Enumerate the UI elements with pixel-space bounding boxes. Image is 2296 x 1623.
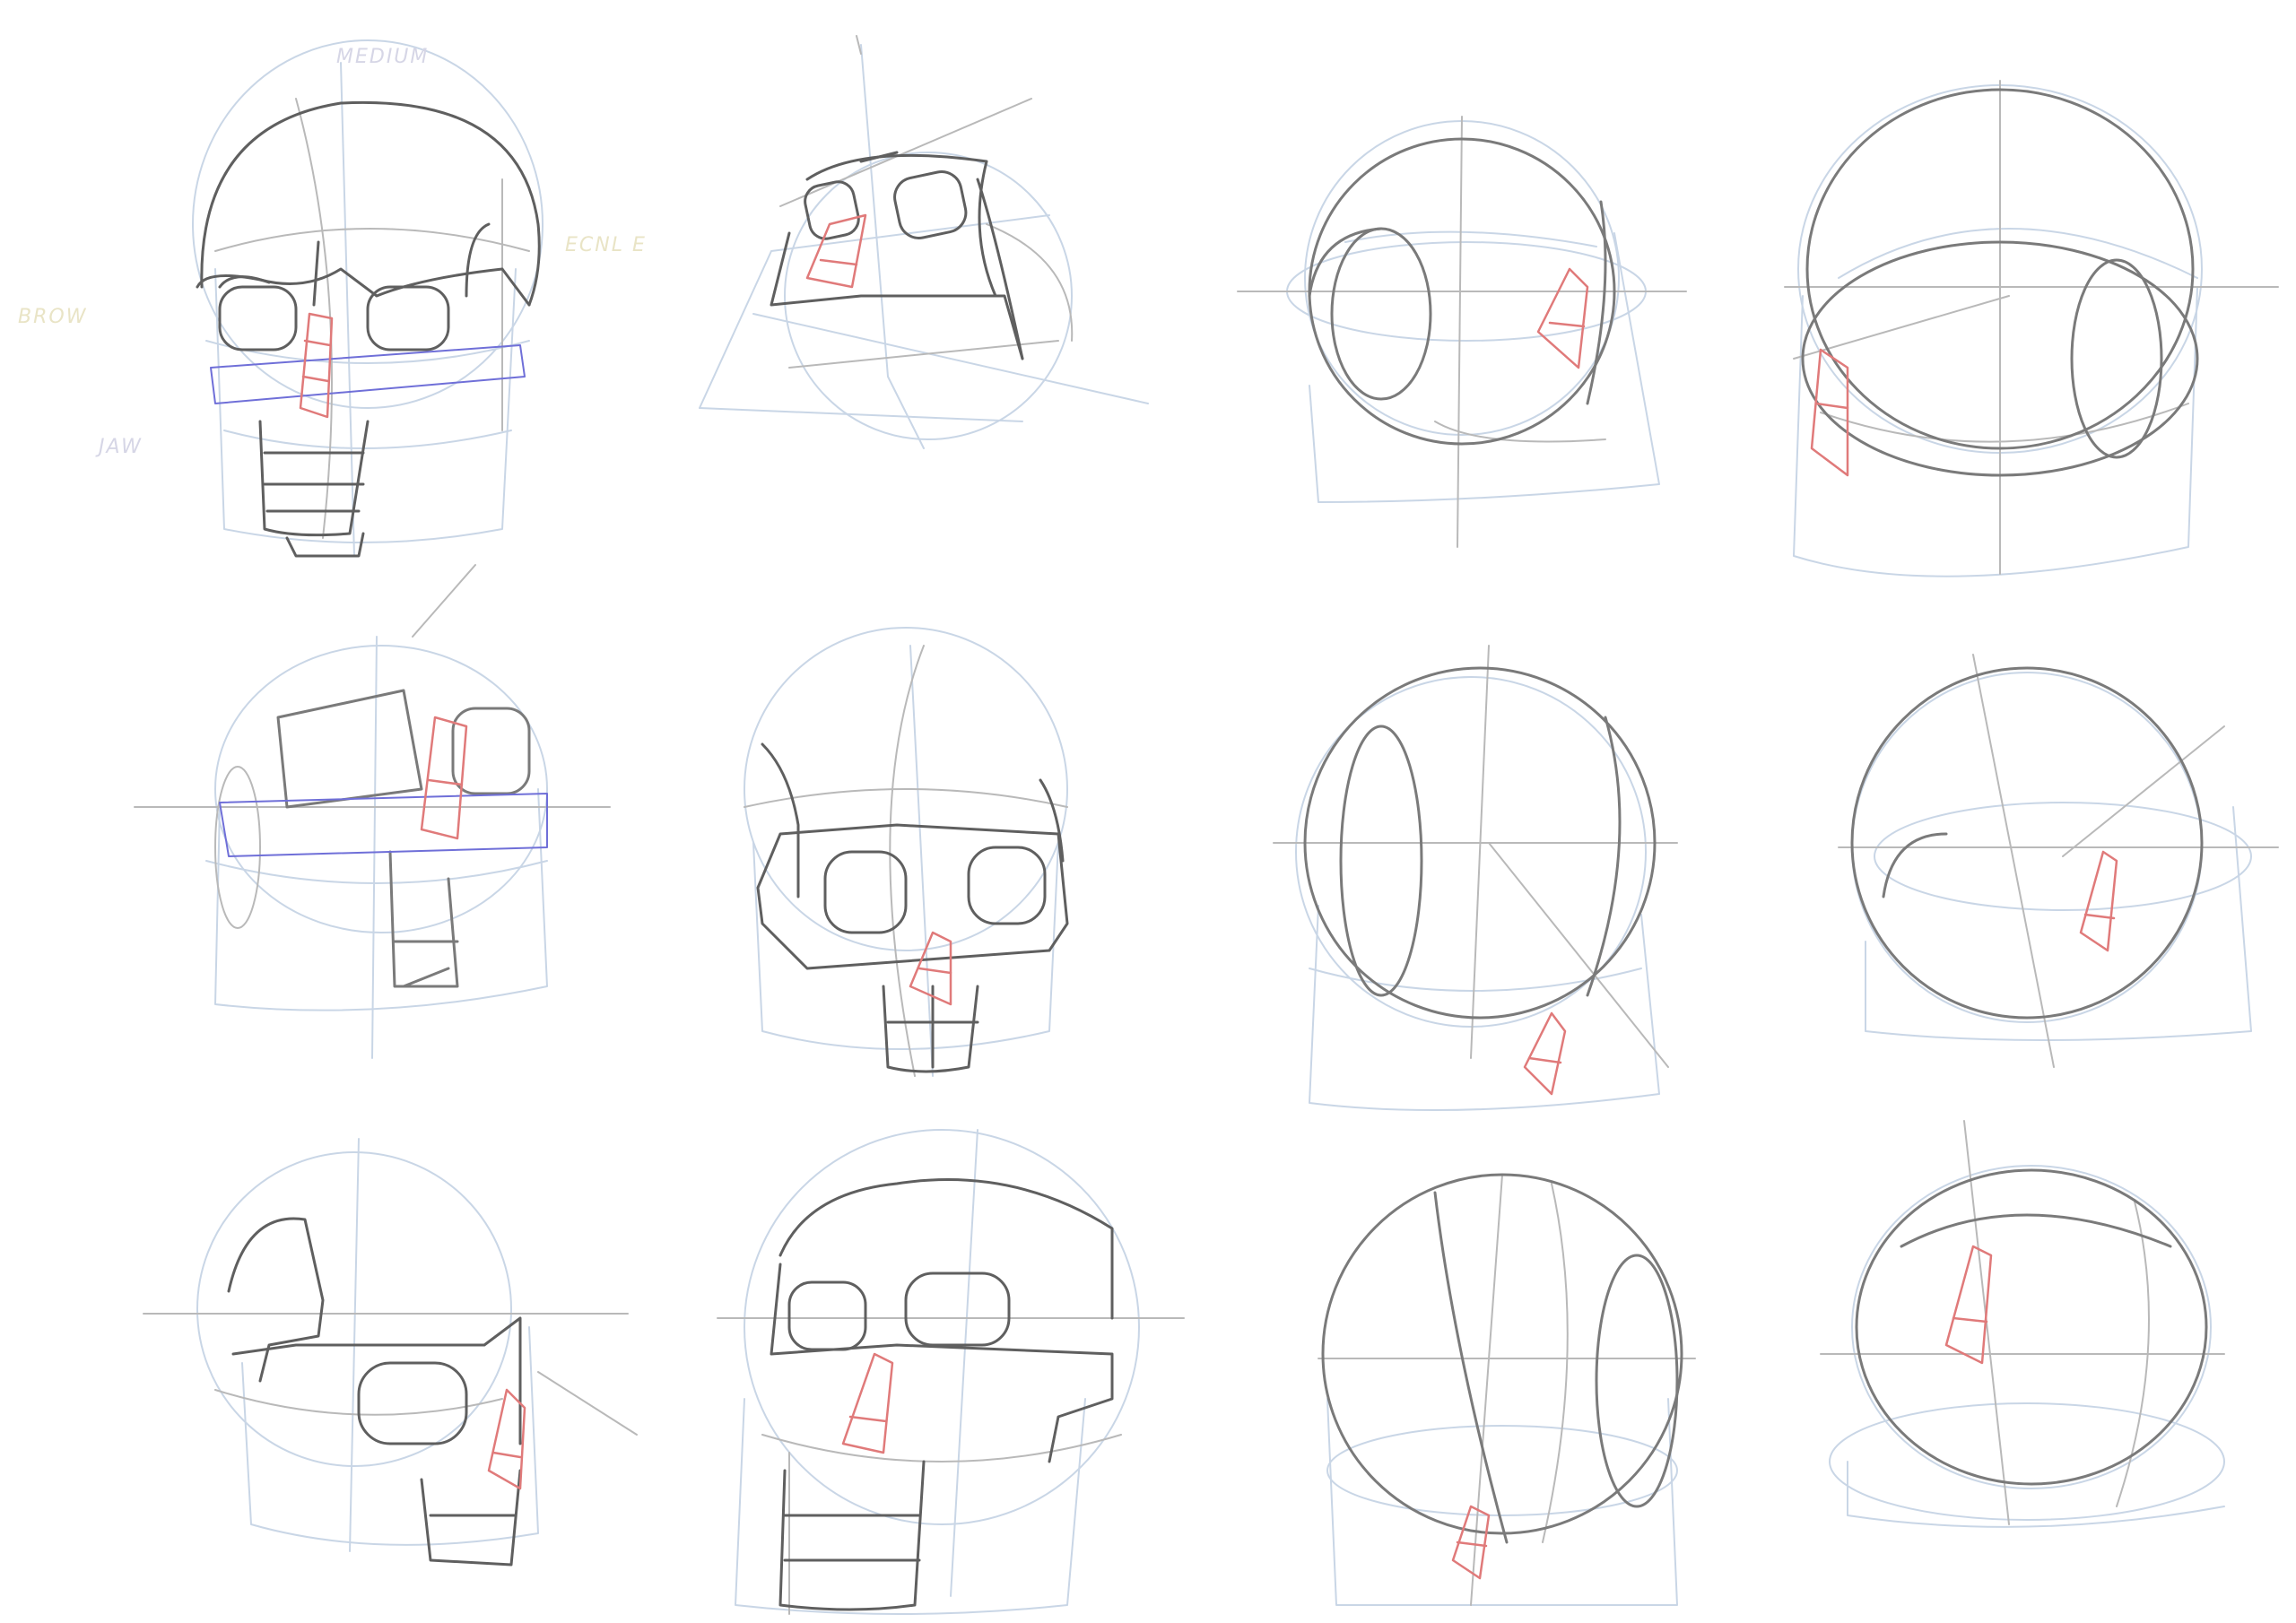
- paper-background: [0, 0, 2296, 1623]
- sketch-sheet: MEDIUM ECNL E BROW JAW: [0, 0, 2296, 1623]
- label-medium: MEDIUM: [336, 46, 429, 68]
- label-ecnl: ECNL E: [565, 234, 647, 256]
- label-jaw: JAW: [95, 436, 143, 458]
- label-brow: BROW: [18, 306, 87, 328]
